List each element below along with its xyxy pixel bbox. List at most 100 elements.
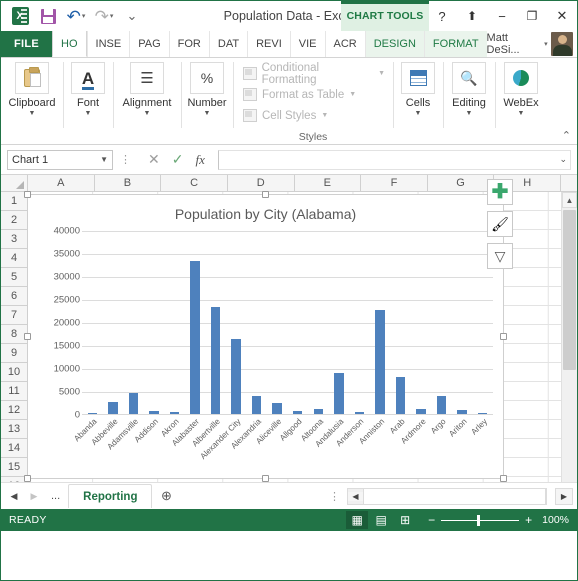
chart-filters-button[interactable]: ▽ — [487, 243, 513, 269]
format-as-table-caret-icon[interactable]: ▼ — [349, 91, 356, 98]
bar-slot[interactable] — [287, 231, 308, 414]
font-icon[interactable]: A — [71, 62, 105, 94]
row-header[interactable]: 11 — [1, 382, 28, 401]
bar-slot[interactable] — [267, 231, 288, 414]
undo-icon[interactable]: ↶ ▾ — [63, 4, 89, 28]
tab-formulas[interactable]: FOR — [168, 31, 209, 57]
zoom-control[interactable]: − + — [428, 513, 532, 527]
page-break-view-button[interactable]: ⊞ — [394, 511, 416, 529]
tab-review[interactable]: REVI — [247, 31, 290, 57]
zoom-slider-thumb[interactable] — [477, 514, 481, 526]
webex-icon[interactable] — [504, 62, 538, 94]
group-alignment[interactable]: ☰ Alignment ▼ — [113, 58, 181, 144]
bar[interactable] — [128, 393, 139, 414]
sheet-overflow-indicator[interactable]: ... — [45, 490, 66, 502]
resize-handle-s[interactable] — [261, 475, 269, 482]
bar[interactable] — [313, 409, 323, 414]
chart-elements-button[interactable]: ✚ — [487, 179, 513, 205]
row-header[interactable]: 6 — [1, 287, 28, 306]
column-header-d[interactable]: D — [227, 175, 295, 192]
scroll-up-icon[interactable]: ▲ — [562, 192, 577, 208]
conditional-formatting-item[interactable]: Conditional Formatting ▼ — [243, 62, 385, 86]
conditional-formatting-caret-icon[interactable]: ▼ — [378, 70, 385, 77]
zoom-level-label[interactable]: 100% — [542, 514, 569, 526]
chart-styles-button[interactable]: 🖌 — [487, 211, 513, 237]
cell-styles-caret-icon[interactable]: ▼ — [321, 112, 328, 119]
bar[interactable] — [108, 401, 118, 414]
bar-slot[interactable] — [164, 231, 185, 414]
group-font[interactable]: A Font ▼ — [63, 58, 113, 144]
chart-object[interactable]: Population by City (Alabama) 0 5000 10000 1… — [24, 191, 507, 482]
bar[interactable] — [231, 339, 241, 414]
column-header-e[interactable]: E — [294, 175, 362, 192]
alignment-dropdown-caret-icon[interactable]: ▼ — [144, 110, 151, 117]
vertical-scrollbar[interactable]: ▲ — [561, 192, 577, 482]
ribbon-display-options-icon[interactable]: ⬆ — [457, 1, 487, 31]
horizontal-scroll-thumb[interactable] — [363, 488, 546, 504]
bar-slot[interactable] — [308, 231, 329, 414]
group-number[interactable]: % Number ▼ — [181, 58, 233, 144]
resize-handle-w[interactable] — [24, 332, 31, 340]
bar[interactable] — [354, 412, 365, 414]
group-cells[interactable]: Cells ▼ — [393, 58, 443, 144]
bar[interactable] — [477, 412, 488, 414]
tab-split-handle[interactable]: ⋮ — [329, 490, 345, 503]
resize-handle-nw[interactable] — [24, 191, 31, 198]
insert-function-icon[interactable]: fx — [195, 152, 204, 168]
group-editing[interactable]: 🔍 Editing ▼ — [443, 58, 495, 144]
bar[interactable] — [210, 307, 221, 414]
row-header[interactable]: 4 — [1, 249, 28, 268]
clipboard-icon[interactable] — [15, 62, 49, 94]
column-header-a[interactable]: A — [28, 175, 95, 192]
tab-design[interactable]: DESIGN — [364, 31, 424, 57]
column-header-c[interactable]: C — [161, 175, 228, 192]
bar-slot[interactable] — [370, 231, 391, 414]
hscroll-right-icon[interactable]: ▶ — [555, 487, 573, 505]
resize-handle-sw[interactable] — [24, 475, 31, 482]
close-button[interactable]: ✕ — [547, 1, 577, 31]
bar[interactable] — [87, 413, 97, 414]
avatar[interactable] — [550, 32, 573, 56]
bar-slot[interactable] — [452, 231, 473, 414]
tab-view[interactable]: VIE — [289, 31, 325, 57]
name-box-caret-icon[interactable]: ▼ — [100, 155, 108, 164]
bar-slot[interactable] — [390, 231, 411, 414]
editing-dropdown-caret-icon[interactable]: ▼ — [466, 110, 473, 117]
expand-formula-bar-icon[interactable]: ⌄ — [559, 154, 567, 165]
cells-dropdown-caret-icon[interactable]: ▼ — [415, 110, 422, 117]
name-box[interactable]: Chart 1 ▼ — [7, 149, 113, 170]
hscroll-left-icon[interactable]: ◀ — [348, 491, 363, 501]
editing-binoculars-icon[interactable]: 🔍 — [452, 62, 486, 94]
row-header[interactable]: 10 — [1, 363, 28, 382]
sheet-tab-reporting[interactable]: Reporting — [68, 484, 153, 508]
alignment-icon[interactable]: ☰ — [130, 62, 164, 94]
bar[interactable] — [169, 412, 180, 414]
bar[interactable] — [149, 410, 159, 414]
row-header[interactable]: 14 — [1, 439, 28, 458]
bar[interactable] — [457, 410, 467, 414]
bar[interactable] — [375, 309, 385, 414]
bar-slot[interactable] — [82, 231, 103, 414]
select-all-corner[interactable] — [1, 175, 28, 192]
group-webex[interactable]: WebEx ▼ — [495, 58, 547, 144]
bar[interactable] — [334, 372, 344, 414]
minimize-button[interactable]: − — [487, 1, 517, 31]
bar[interactable] — [272, 402, 282, 414]
clipboard-dropdown-caret-icon[interactable]: ▼ — [29, 110, 36, 117]
undo-caret-icon[interactable]: ▾ — [82, 12, 86, 20]
bar[interactable] — [251, 395, 262, 414]
resize-handle-n[interactable] — [261, 191, 269, 198]
cancel-icon[interactable]: ✕ — [148, 151, 160, 168]
tab-file[interactable]: FILE — [1, 31, 53, 57]
bar[interactable] — [190, 260, 200, 414]
bar-slot[interactable] — [411, 231, 432, 414]
cells-icon[interactable] — [401, 62, 435, 94]
row-header[interactable]: 5 — [1, 268, 28, 287]
bar-slot[interactable] — [123, 231, 144, 414]
bar-slot[interactable] — [205, 231, 226, 414]
plot-area[interactable] — [82, 231, 493, 415]
font-dropdown-caret-icon[interactable]: ▼ — [85, 110, 92, 117]
bar-slot[interactable] — [226, 231, 247, 414]
redo-icon[interactable]: ↷ ▾ — [91, 4, 117, 28]
bar[interactable] — [416, 408, 426, 414]
